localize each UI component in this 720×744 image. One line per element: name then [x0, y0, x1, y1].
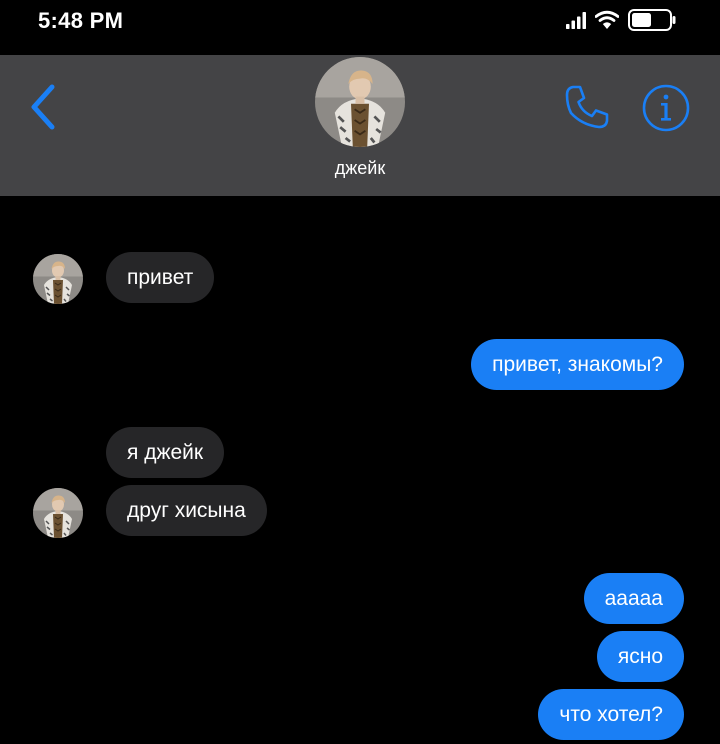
status-bar: 5:48 PM: [0, 0, 720, 55]
signal-icon: [566, 12, 586, 29]
message-bubble-incoming[interactable]: я джейк: [106, 427, 225, 478]
chat-header: джейк: [0, 55, 720, 196]
message-bubble-incoming[interactable]: друг хисына: [106, 485, 267, 536]
message-bubble-outgoing[interactable]: ясно: [596, 631, 684, 682]
status-time: 5:48 PM: [38, 8, 124, 33]
back-button[interactable]: [22, 82, 62, 132]
contact-avatar[interactable]: [315, 57, 405, 147]
contact-avatar-small[interactable]: [33, 488, 83, 538]
phone-icon[interactable]: [563, 83, 611, 131]
battery-icon: [628, 9, 676, 31]
info-icon[interactable]: [641, 83, 691, 133]
message-bubble-outgoing[interactable]: ааааа: [583, 573, 684, 624]
contact-avatar-small[interactable]: [33, 254, 83, 304]
message-bubble-outgoing[interactable]: привет, знакомы?: [471, 339, 684, 390]
wifi-icon: [595, 10, 619, 29]
message-bubble-outgoing[interactable]: что хотел?: [538, 689, 684, 740]
contact-name[interactable]: джейк: [260, 158, 460, 179]
message-bubble-incoming[interactable]: привет: [106, 252, 215, 303]
chat-screen: 5:48 PM джейк привет привет, знакомы? я …: [0, 0, 720, 744]
